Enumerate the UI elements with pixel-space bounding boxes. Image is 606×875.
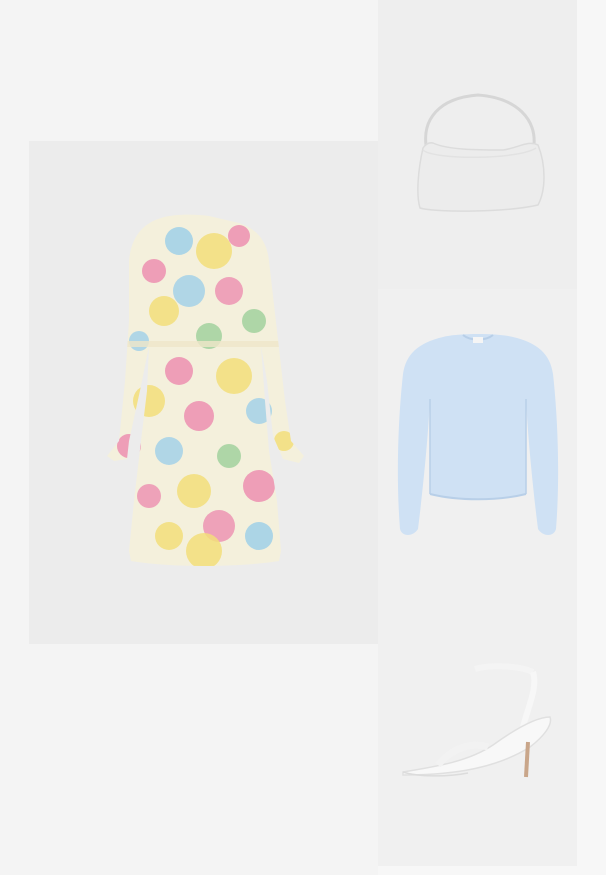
blank-area-top [0,0,378,141]
product-tile-bag[interactable] [378,0,577,289]
product-tile-sandal[interactable] [378,577,577,866]
grid-divider-bottom [378,866,577,875]
floral-dress-image [107,214,304,566]
light-blue-sweater-image [397,334,559,535]
product-tile-sweater[interactable] [378,289,577,577]
grid-divider-vertical [577,0,606,875]
blank-area-bottom [0,644,378,875]
white-heeled-sandal-image [402,663,552,778]
white-handbag-image [417,93,545,212]
product-tile-dress[interactable] [29,141,378,644]
